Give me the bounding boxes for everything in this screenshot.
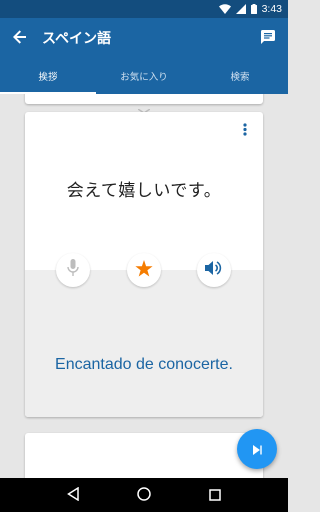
app-bar: スペイン語	[0, 18, 288, 58]
translation-panel	[25, 270, 263, 417]
favorite-button[interactable]	[127, 253, 161, 287]
recents-square-icon	[208, 486, 221, 505]
signal-icon	[235, 4, 246, 14]
chat-button[interactable]	[248, 18, 288, 58]
chat-icon	[261, 29, 275, 48]
wifi-icon	[218, 4, 231, 14]
system-nav-bar	[0, 478, 288, 512]
play-all-button[interactable]	[237, 429, 277, 469]
nav-home-button[interactable]	[132, 483, 156, 507]
phrase-card[interactable]: 会えて嬉しいです。 Encantado de conocerte.	[25, 112, 263, 417]
nav-recents-button[interactable]	[203, 483, 227, 507]
phrase-list[interactable]: 会えて嬉しいです。 Encantado de conocerte.	[0, 94, 288, 478]
home-circle-icon	[137, 486, 151, 505]
page-title: スペイン語	[42, 31, 112, 47]
microphone-button[interactable]	[56, 253, 90, 287]
more-options-button[interactable]	[239, 122, 251, 138]
more-vert-icon	[243, 121, 247, 140]
tab-favorites[interactable]: お気に入り	[96, 58, 192, 94]
previous-phrase-card[interactable]	[25, 94, 263, 114]
arrow-back-icon	[13, 29, 27, 48]
battery-icon	[250, 4, 257, 14]
nav-back-button[interactable]	[61, 483, 85, 507]
next-phrase-card[interactable]	[25, 433, 263, 478]
tab-greetings[interactable]: 挨拶	[0, 58, 96, 94]
tab-bar: 挨拶 お気に入り 検索	[0, 58, 288, 94]
volume-icon	[205, 260, 223, 280]
tab-search[interactable]: 検索	[192, 58, 288, 94]
back-triangle-icon	[67, 486, 80, 505]
status-time: 3:43	[261, 3, 282, 15]
star-icon	[135, 259, 153, 281]
speaker-button[interactable]	[197, 253, 231, 287]
back-button[interactable]	[0, 18, 40, 58]
status-bar: 3:43	[0, 0, 288, 18]
source-phrase: 会えて嬉しいです。	[66, 181, 222, 201]
play-icon	[252, 440, 262, 459]
mic-icon	[67, 259, 79, 281]
translated-phrase: Encantado de conocerte.	[55, 356, 233, 373]
